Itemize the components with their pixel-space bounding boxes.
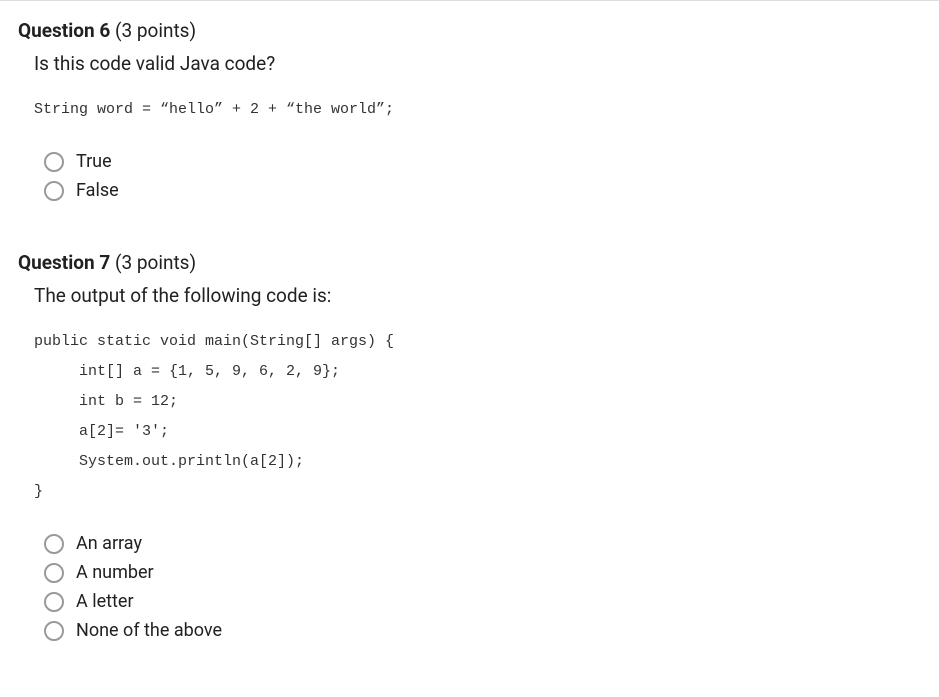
- option-true[interactable]: True: [44, 151, 921, 172]
- question-points: (3 points): [115, 19, 196, 42]
- question-number: Question 6: [18, 19, 110, 42]
- option-a-number[interactable]: A number: [44, 562, 921, 583]
- option-an-array[interactable]: An array: [44, 533, 921, 554]
- option-false[interactable]: False: [44, 180, 921, 201]
- radio-icon: [44, 563, 64, 583]
- question-prompt: The output of the following code is:: [34, 284, 921, 307]
- radio-icon: [44, 534, 64, 554]
- radio-icon: [44, 152, 64, 172]
- options-list: An array A number A letter None of the a…: [44, 533, 921, 641]
- option-none-of-above[interactable]: None of the above: [44, 620, 921, 641]
- option-label: None of the above: [76, 620, 222, 641]
- question-header: Question 6 (3 points): [18, 19, 921, 42]
- question-number: Question 7: [18, 251, 110, 274]
- radio-icon: [44, 621, 64, 641]
- option-label: An array: [76, 533, 142, 554]
- option-label: False: [76, 180, 119, 201]
- radio-icon: [44, 181, 64, 201]
- option-label: A letter: [76, 591, 134, 612]
- option-label: True: [76, 151, 112, 172]
- code-block: String word = “hello” + 2 + “the world”;: [34, 95, 921, 125]
- question-points: (3 points): [115, 251, 196, 274]
- code-block: public static void main(String[] args) {…: [34, 327, 921, 507]
- question-prompt: Is this code valid Java code?: [34, 52, 921, 75]
- question-block-6: Question 6 (3 points) Is this code valid…: [0, 1, 939, 233]
- question-block-7: Question 7 (3 points) The output of the …: [0, 233, 939, 673]
- question-header: Question 7 (3 points): [18, 251, 921, 274]
- quiz-container: Question 6 (3 points) Is this code valid…: [0, 0, 939, 673]
- option-label: A number: [76, 562, 154, 583]
- options-list: True False: [44, 151, 921, 201]
- radio-icon: [44, 592, 64, 612]
- option-a-letter[interactable]: A letter: [44, 591, 921, 612]
